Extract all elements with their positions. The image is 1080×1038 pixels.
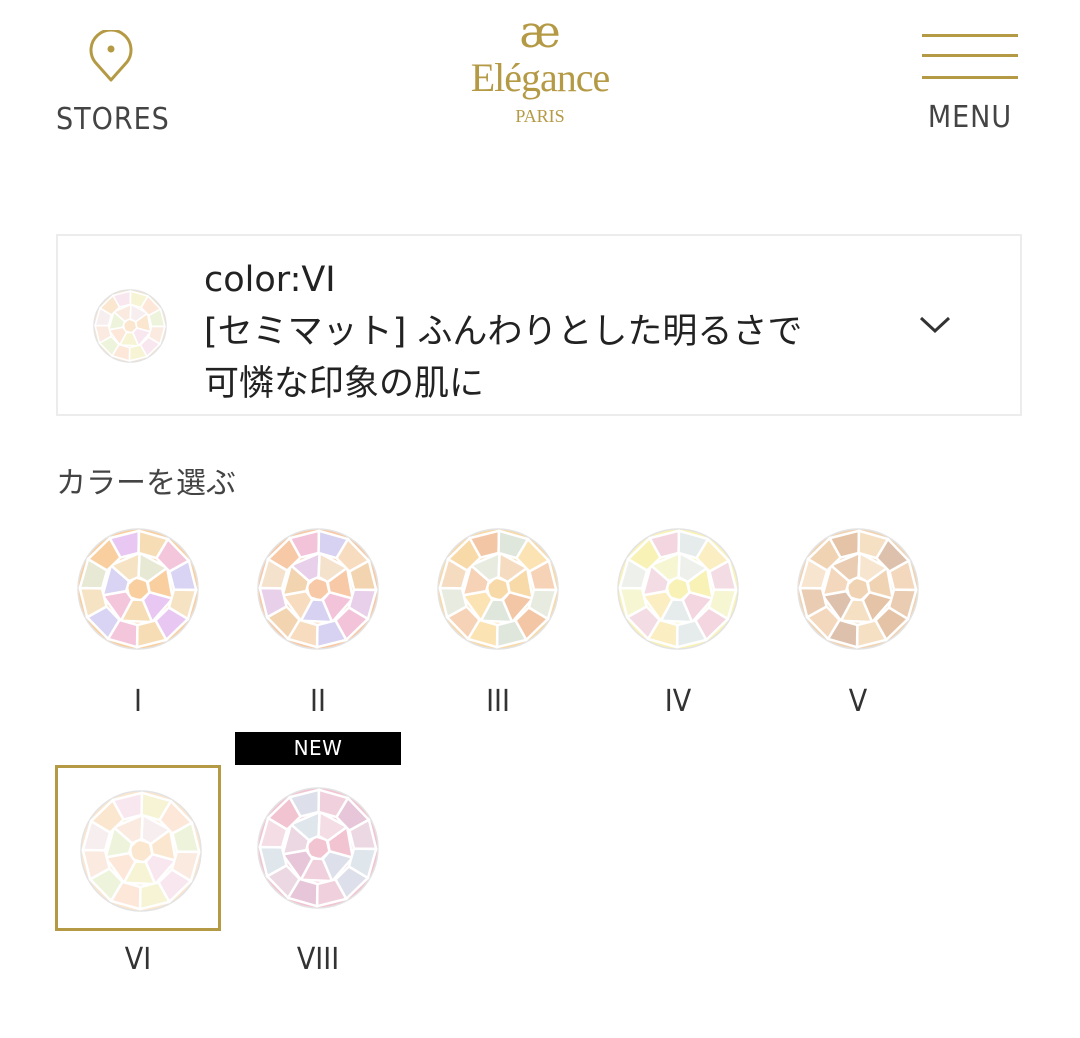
swatch-label-vi: VI	[124, 942, 152, 977]
swatch-iii[interactable]	[415, 506, 581, 672]
menu-label: MENU	[927, 100, 1013, 135]
powder-mosaic-image	[257, 787, 379, 909]
swatch-label-v: V	[848, 684, 868, 719]
choose-color-heading: カラーを選ぶ	[56, 466, 236, 501]
stores-button[interactable]: STORES	[56, 30, 170, 142]
logo-monogram: æ	[519, 7, 561, 58]
powder-mosaic-image	[77, 528, 199, 650]
new-badge: NEW	[235, 732, 401, 765]
chevron-down-icon	[919, 316, 951, 334]
site-header: STORES æ Elégance PARIS MENU	[0, 0, 1080, 160]
brand-logo[interactable]: æ Elégance PARIS	[440, 10, 640, 155]
swatch-viii[interactable]	[235, 765, 401, 931]
swatch-iv[interactable]	[595, 506, 761, 672]
color-code: color:VI	[204, 260, 336, 300]
powder-mosaic-image	[257, 528, 379, 650]
powder-mosaic-image	[437, 528, 559, 650]
logo-city: PARIS	[515, 106, 565, 126]
powder-mosaic-image	[797, 528, 919, 650]
swatch-label-iv: IV	[664, 684, 692, 719]
color-desc-line1: [セミマット] ふんわりとした明るさで	[204, 312, 803, 352]
selected-color-description: color:VI [セミマット] ふんわりとした明るさで 可憐な印象の肌に	[204, 254, 904, 410]
swatch-label-iii: III	[486, 684, 510, 719]
swatch-label-i: I	[134, 684, 142, 719]
powder-mosaic-image	[617, 528, 739, 650]
swatch-i[interactable]	[55, 506, 221, 672]
stores-label: STORES	[56, 102, 170, 137]
swatch-label-viii: VIII	[296, 942, 340, 977]
swatch-vi[interactable]	[55, 765, 221, 931]
swatch-label-ii: II	[310, 684, 326, 719]
powder-mosaic-image	[80, 790, 202, 912]
color-desc-line2: 可憐な印象の肌に	[204, 364, 485, 404]
swatch-ii[interactable]	[235, 506, 401, 672]
color-selector-dropdown[interactable]: color:VI [セミマット] ふんわりとした明るさで 可憐な印象の肌に	[56, 234, 1022, 416]
selected-color-thumbnail	[93, 289, 167, 363]
location-pin-icon	[89, 30, 133, 82]
logo-name: Elégance	[470, 55, 611, 100]
menu-button[interactable]: MENU	[922, 34, 1018, 144]
swatch-v[interactable]	[775, 506, 941, 672]
